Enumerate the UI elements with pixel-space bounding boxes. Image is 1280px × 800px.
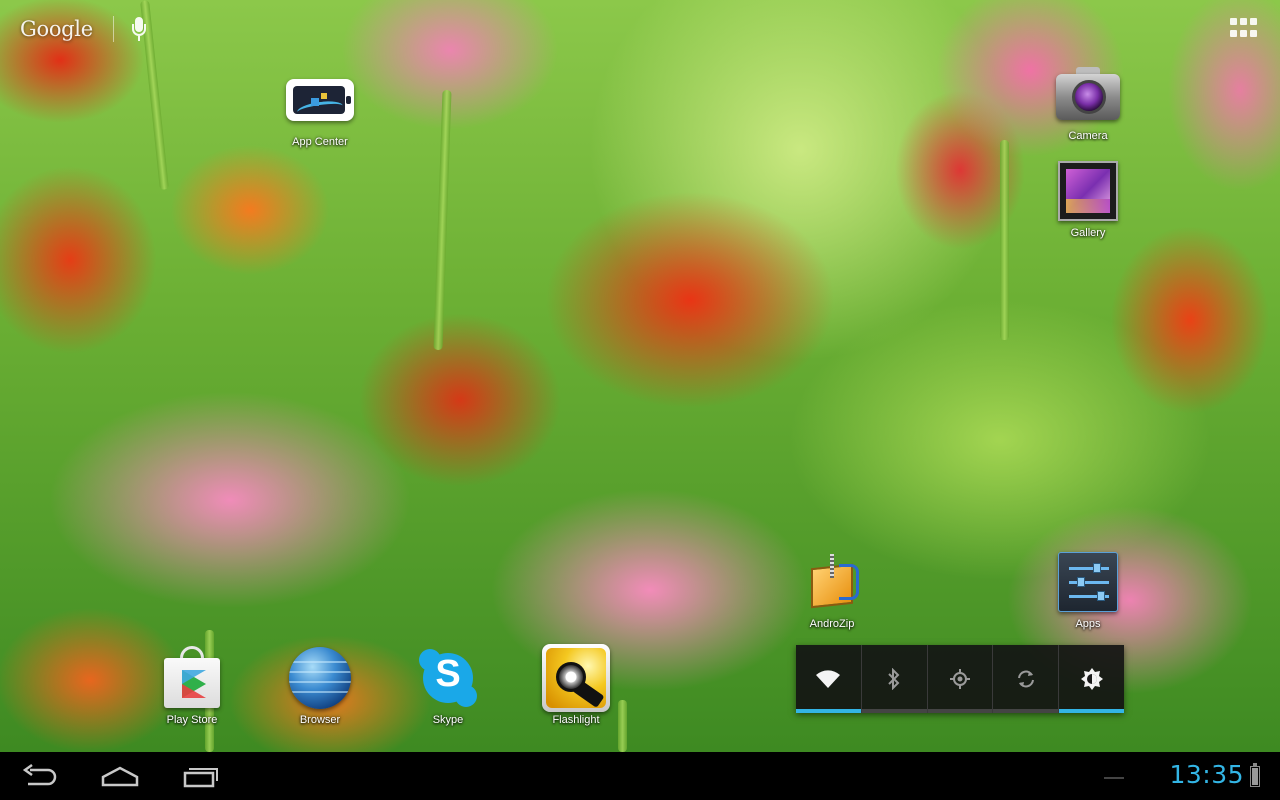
shortcut-gallery[interactable]: Gallery: [1040, 157, 1136, 239]
shortcut-camera[interactable]: Camera: [1040, 60, 1136, 142]
shortcut-label: AndroZip: [809, 618, 855, 630]
back-icon[interactable]: [16, 762, 64, 790]
wifi-toggle[interactable]: [796, 645, 862, 713]
bluetooth-icon: [888, 668, 900, 690]
shortcut-label: Flashlight: [552, 714, 600, 726]
shortcut-label: Skype: [432, 714, 464, 726]
shortcut-skype[interactable]: S Skype: [400, 644, 496, 726]
home-icon[interactable]: [96, 762, 144, 790]
toggle-indicator: [796, 709, 861, 713]
shortcut-label: Gallery: [1070, 227, 1106, 239]
clock[interactable]: 13:35: [1169, 760, 1244, 789]
toggle-indicator: [927, 709, 993, 713]
settings-sliders-icon[interactable]: [1054, 548, 1122, 616]
brightness-icon: [1080, 668, 1103, 690]
gps-icon: [949, 669, 970, 689]
sync-toggle[interactable]: [993, 645, 1060, 713]
camera-icon[interactable]: [1054, 60, 1122, 128]
power-control-widget: [796, 645, 1124, 713]
recent-apps-icon[interactable]: [176, 762, 224, 790]
flashlight-icon[interactable]: [542, 644, 610, 712]
toggle-indicator: [993, 709, 1059, 713]
globe-icon[interactable]: [286, 644, 354, 712]
app-center-icon[interactable]: [286, 66, 354, 134]
shortcut-label: Play Store: [166, 714, 218, 726]
toggle-indicator: [1059, 709, 1124, 713]
apps-grid-icon[interactable]: [1230, 18, 1258, 38]
google-logo[interactable]: Google: [20, 17, 93, 41]
shortcut-apps[interactable]: Apps: [1040, 548, 1136, 630]
wallpaper-stem: [1000, 140, 1009, 340]
skype-icon[interactable]: S: [414, 644, 482, 712]
battery-icon[interactable]: [1250, 763, 1260, 787]
shortcut-androzip[interactable]: AndroZip: [784, 548, 880, 630]
mic-icon[interactable]: [131, 17, 146, 41]
androzip-icon[interactable]: [798, 548, 866, 616]
system-bar: 13:35: [0, 752, 1280, 800]
gps-toggle[interactable]: [927, 645, 994, 713]
search-divider: [112, 16, 114, 42]
shortcut-play-store[interactable]: Play Store: [144, 644, 240, 726]
shortcut-flashlight[interactable]: Flashlight: [528, 644, 624, 726]
shortcut-browser[interactable]: Browser: [272, 644, 368, 726]
shortcut-label: Apps: [1075, 618, 1101, 630]
gallery-icon[interactable]: [1054, 157, 1122, 225]
play-store-icon[interactable]: [158, 644, 226, 712]
shortcut-label: Browser: [299, 714, 341, 726]
toggle-indicator: [861, 709, 927, 713]
brightness-toggle[interactable]: [1059, 645, 1124, 713]
google-search-bar[interactable]: Google: [20, 12, 146, 46]
shortcut-app-center[interactable]: App Center: [272, 66, 368, 148]
shortcut-label: Camera: [1068, 130, 1108, 142]
wifi-icon: [816, 670, 841, 688]
bluetooth-toggle[interactable]: [861, 645, 928, 713]
shortcut-label: App Center: [292, 136, 348, 148]
sync-icon: [1017, 670, 1034, 688]
skype-glyph: S: [435, 653, 461, 695]
wallpaper-stem: [433, 89, 452, 351]
notification-area[interactable]: [1104, 777, 1124, 779]
